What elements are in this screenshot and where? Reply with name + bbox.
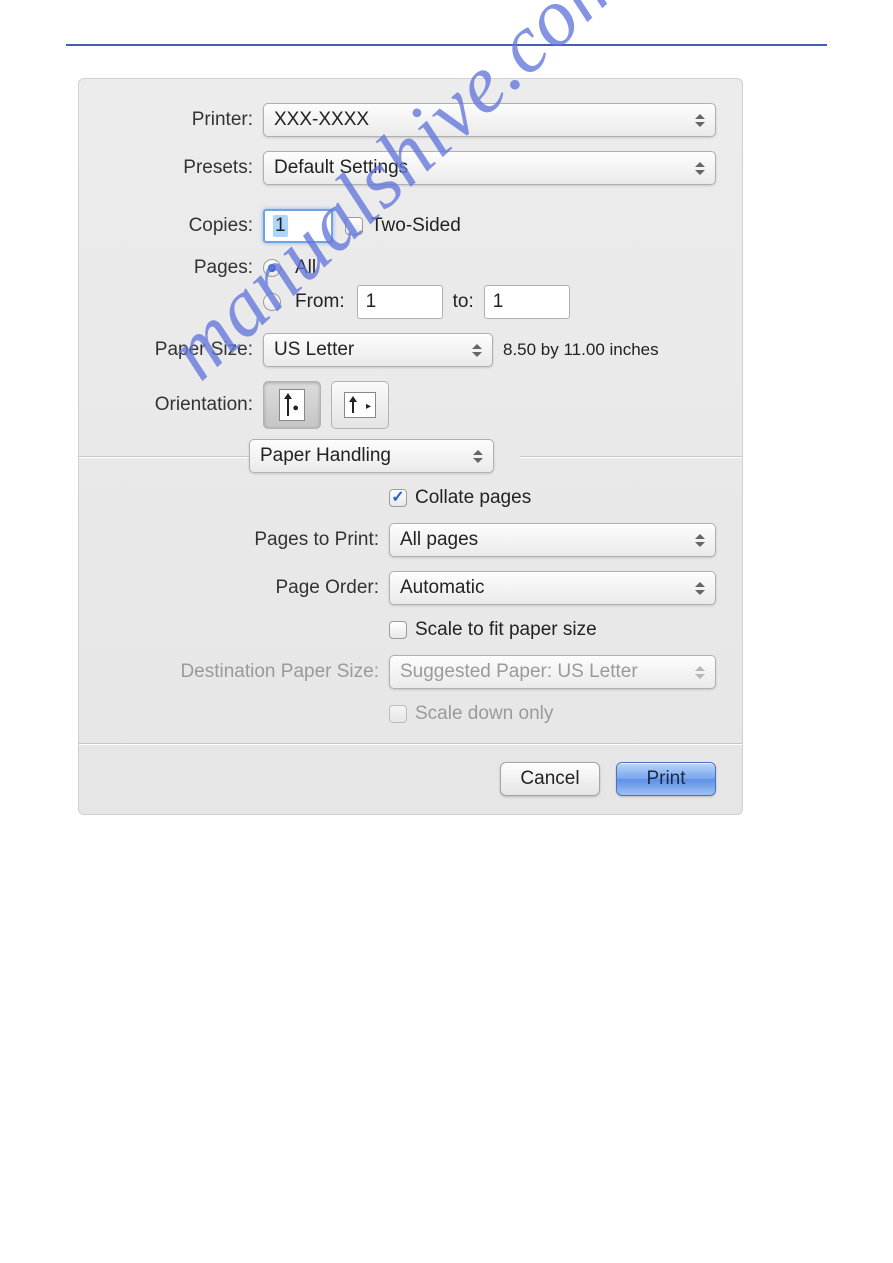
- dropdown-arrows-icon: [691, 577, 709, 599]
- page-top-rule: [66, 44, 827, 46]
- paper-size-label: Paper Size:: [105, 339, 263, 361]
- dropdown-arrows-icon: [691, 661, 709, 683]
- page-order-value: Automatic: [400, 577, 484, 599]
- scale-down-row: Scale down only: [105, 703, 716, 725]
- pages-range-row: From: 1 to: 1: [105, 285, 716, 319]
- dest-paper-row: Destination Paper Size: Suggested Paper:…: [105, 655, 716, 689]
- collate-checkbox[interactable]: ✓ Collate pages: [389, 487, 531, 509]
- copies-value: 1: [273, 215, 288, 237]
- cancel-button-label: Cancel: [520, 768, 579, 790]
- orientation-portrait-button[interactable]: ●: [263, 381, 321, 429]
- pages-to-value: 1: [493, 291, 504, 313]
- paper-size-hint: 8.50 by 11.00 inches: [503, 340, 659, 360]
- checkbox-icon: [389, 705, 407, 723]
- section-value: Paper Handling: [260, 445, 391, 467]
- button-row: Cancel Print: [105, 762, 716, 796]
- orientation-label: Orientation:: [105, 394, 263, 416]
- dropdown-arrows-icon: [691, 157, 709, 179]
- collate-row: ✓ Collate pages: [105, 487, 716, 509]
- pages-label: Pages:: [105, 257, 263, 279]
- presets-dropdown[interactable]: Default Settings: [263, 151, 716, 185]
- two-sided-label: Two-Sided: [371, 215, 461, 237]
- dropdown-arrows-icon: [469, 445, 487, 467]
- orientation-landscape-button[interactable]: ▸: [331, 381, 389, 429]
- pages-row: Pages: All: [105, 257, 716, 279]
- pages-to-print-dropdown[interactable]: All pages: [389, 523, 716, 557]
- cancel-button[interactable]: Cancel: [500, 762, 600, 796]
- copies-input[interactable]: 1: [263, 209, 333, 243]
- pages-to-print-row: Pages to Print: All pages: [105, 523, 716, 557]
- dropdown-arrows-icon: [468, 339, 486, 361]
- checkbox-icon: [389, 621, 407, 639]
- scale-fit-label: Scale to fit paper size: [415, 619, 597, 641]
- section-separator: Paper Handling: [79, 439, 742, 473]
- pages-from-input[interactable]: 1: [357, 285, 443, 319]
- pages-all-label: All: [295, 257, 316, 279]
- checkbox-icon: [345, 217, 363, 235]
- portrait-page-icon: ●: [279, 389, 305, 421]
- scale-fit-checkbox[interactable]: Scale to fit paper size: [389, 619, 597, 641]
- dropdown-arrows-icon: [691, 529, 709, 551]
- dropdown-arrows-icon: [691, 109, 709, 131]
- pages-all-radio[interactable]: All: [263, 257, 316, 279]
- two-sided-checkbox[interactable]: Two-Sided: [345, 215, 461, 237]
- pages-to-input[interactable]: 1: [484, 285, 570, 319]
- pages-from-value: 1: [366, 291, 377, 313]
- print-button[interactable]: Print: [616, 762, 716, 796]
- paper-size-value: US Letter: [274, 339, 354, 361]
- page-order-label: Page Order:: [105, 577, 389, 599]
- copies-label: Copies:: [105, 215, 263, 237]
- scale-down-checkbox: Scale down only: [389, 703, 553, 725]
- pages-to-print-label: Pages to Print:: [105, 529, 389, 551]
- printer-dropdown[interactable]: XXX-XXXX: [263, 103, 716, 137]
- radio-icon: [263, 259, 281, 277]
- dest-paper-value: Suggested Paper: US Letter: [400, 661, 638, 683]
- pages-from-radio[interactable]: From:: [263, 291, 345, 313]
- printer-label: Printer:: [105, 109, 263, 131]
- copies-row: Copies: 1 Two-Sided: [105, 209, 716, 243]
- print-button-label: Print: [646, 768, 685, 790]
- pages-to-label: to:: [453, 291, 474, 313]
- presets-value: Default Settings: [274, 157, 408, 179]
- radio-icon: [263, 293, 281, 311]
- paper-size-dropdown[interactable]: US Letter: [263, 333, 493, 367]
- dest-paper-label: Destination Paper Size:: [105, 661, 389, 683]
- printer-row: Printer: XXX-XXXX: [105, 103, 716, 137]
- section-dropdown[interactable]: Paper Handling: [249, 439, 494, 473]
- landscape-page-icon: ▸: [344, 392, 376, 418]
- paper-size-row: Paper Size: US Letter 8.50 by 11.00 inch…: [105, 333, 716, 367]
- bottom-separator: [79, 743, 742, 744]
- dest-paper-dropdown: Suggested Paper: US Letter: [389, 655, 716, 689]
- pages-to-print-value: All pages: [400, 529, 478, 551]
- scale-down-label: Scale down only: [415, 703, 553, 725]
- page-order-dropdown[interactable]: Automatic: [389, 571, 716, 605]
- pages-from-label: From:: [295, 291, 345, 313]
- printer-value: XXX-XXXX: [274, 109, 369, 131]
- print-dialog: Printer: XXX-XXXX Presets: Default Setti…: [78, 78, 743, 815]
- page-order-row: Page Order: Automatic: [105, 571, 716, 605]
- presets-label: Presets:: [105, 157, 263, 179]
- orientation-row: Orientation: ● ▸: [105, 381, 716, 429]
- collate-label: Collate pages: [415, 487, 531, 509]
- checkbox-icon: ✓: [389, 489, 407, 507]
- presets-row: Presets: Default Settings: [105, 151, 716, 185]
- scale-fit-row: Scale to fit paper size: [105, 619, 716, 641]
